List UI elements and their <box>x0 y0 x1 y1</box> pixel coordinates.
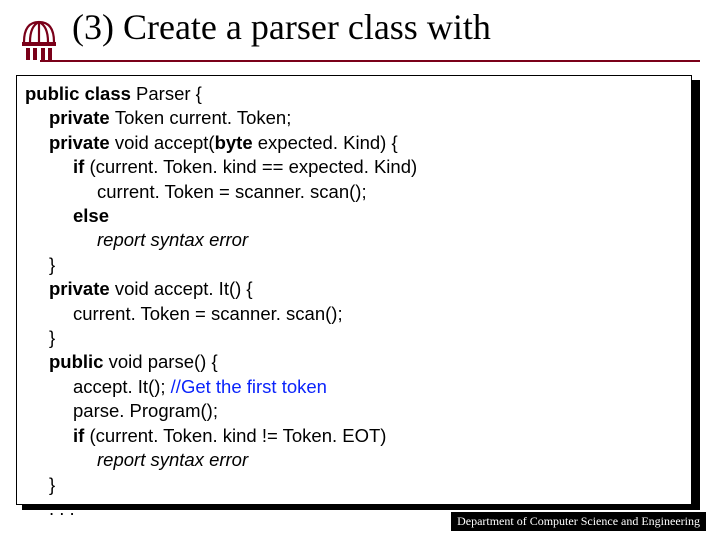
code-line: public void parse() { <box>25 350 683 374</box>
code-line: if (current. Token. kind == expected. Ki… <box>25 155 683 179</box>
code-line: } <box>25 253 683 277</box>
code-line: else <box>25 204 683 228</box>
footer-dept: Department of Computer Science and Engin… <box>451 512 706 531</box>
code-line: report syntax error <box>25 448 683 472</box>
code-line: parse. Program(); <box>25 399 683 423</box>
code-line: if (current. Token. kind != Token. EOT) <box>25 424 683 448</box>
university-logo <box>18 20 60 62</box>
code-line: private void accept(byte expected. Kind)… <box>25 131 683 155</box>
code-line: current. Token = scanner. scan(); <box>25 180 683 204</box>
slide-title: (3) Create a parser class with <box>72 6 702 48</box>
code-line: } <box>25 326 683 350</box>
code-line: public class Parser { <box>25 82 683 106</box>
title-underline <box>40 60 700 62</box>
code-line: report syntax error <box>25 228 683 252</box>
code-line: current. Token = scanner. scan(); <box>25 302 683 326</box>
code-box: public class Parser { private Token curr… <box>16 75 692 505</box>
code-line: accept. It(); //Get the first token <box>25 375 683 399</box>
code-line: private void accept. It() { <box>25 277 683 301</box>
code-line: } <box>25 473 683 497</box>
code-line: private Token current. Token; <box>25 106 683 130</box>
